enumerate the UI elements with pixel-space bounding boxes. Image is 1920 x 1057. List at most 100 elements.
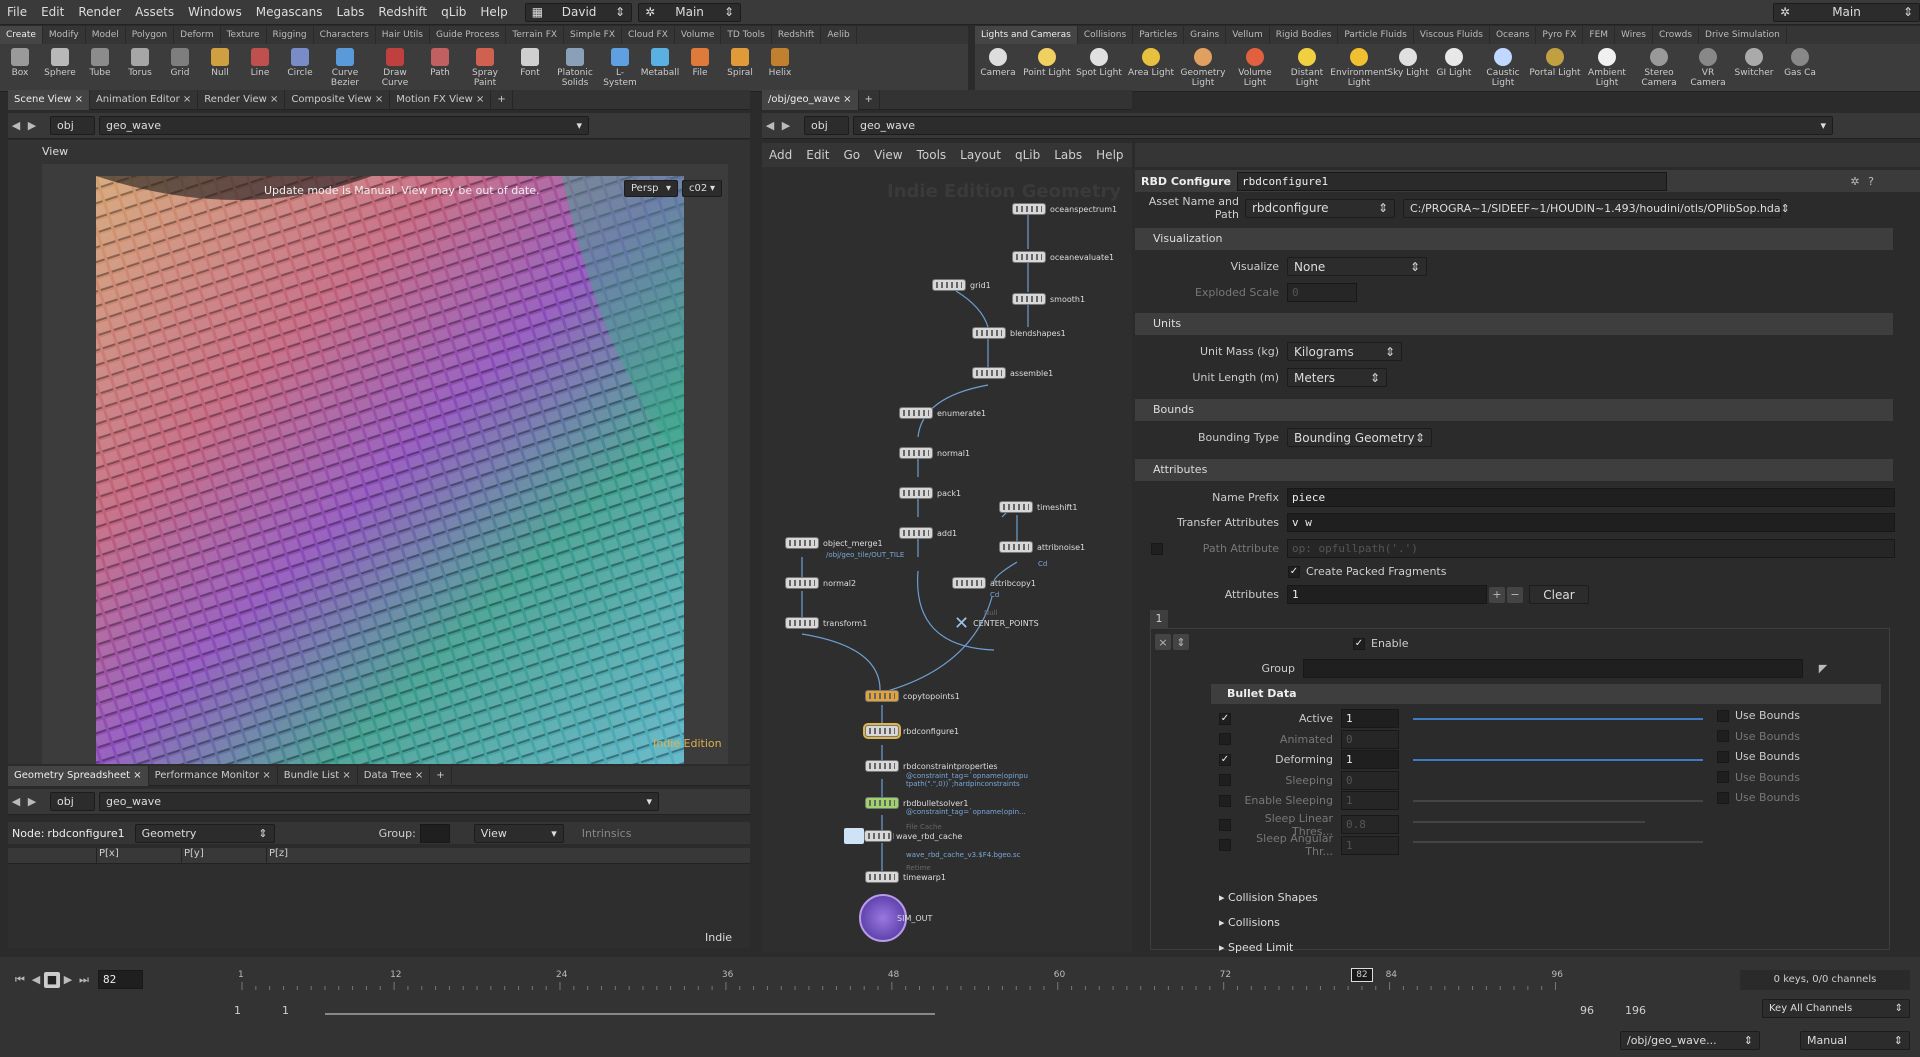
asset-name-dropdown[interactable]: rbdconfigure ⇕ [1245,198,1395,218]
tab-bundle-list[interactable]: Bundle List × [278,765,358,786]
remove-icon[interactable]: − [1507,586,1523,603]
tool-area-light[interactable]: Area Light [1125,44,1177,78]
tab-data-tree[interactable]: Data Tree × [358,765,431,786]
tool-gas-ca[interactable]: Gas Ca [1777,44,1823,78]
bullet-checkbox[interactable] [1219,839,1231,851]
right-context-dropdown[interactable]: ✲ Main ⇕ [1773,2,1920,22]
frame-field[interactable]: 82 [98,970,143,989]
tab-animation-editor[interactable]: Animation Editor × [90,89,199,110]
add-tab-icon[interactable]: + [859,89,880,110]
shelf-tab-vellum[interactable]: Vellum [1226,26,1270,44]
node-object-merge[interactable]: object_merge1 [785,537,883,549]
tool-circle[interactable]: Circle [280,44,320,78]
menu-assets[interactable]: Assets [128,5,181,19]
tool-platonic-solids[interactable]: Platonic Solids [550,44,600,88]
section-collisions[interactable]: ▸ Collisions [1219,916,1280,929]
use-bounds-checkbox[interactable] [1717,730,1729,742]
node-oceanevaluate[interactable]: oceanevaluate1 [1012,251,1114,263]
tool-gi-light[interactable]: GI Light [1431,44,1477,78]
start-frame-field-2[interactable]: 1 [282,1004,322,1017]
exploded-field[interactable]: 0 [1287,283,1357,302]
tool-spot-light[interactable]: Spot Light [1073,44,1125,78]
shelf-tab-rigid-bodies[interactable]: Rigid Bodies [1270,26,1339,44]
shelf-tab-particle-fluids[interactable]: Particle Fluids [1338,26,1414,44]
tool-portal-light[interactable]: Portal Light [1529,44,1581,78]
bullet-checkbox[interactable]: ✓ [1219,753,1231,766]
tool-spray-paint[interactable]: Spray Paint [460,44,510,88]
shelf-tab-volume[interactable]: Volume [675,26,722,44]
net-menu-go[interactable]: Go [836,148,867,162]
net-menu-view[interactable]: View [867,148,909,162]
visualize-dropdown[interactable]: None ⇕ [1287,257,1427,276]
tool-camera[interactable]: Camera [975,44,1021,78]
node-timewarp[interactable]: timewarp1 [865,871,946,883]
shelf-tab-characters[interactable]: Characters [314,26,376,44]
node-smooth[interactable]: smooth1 [1012,293,1085,305]
node-center-points[interactable]: ✕ CENTER_POINTS [954,613,1039,634]
shelf-tab-grains[interactable]: Grains [1184,26,1227,44]
tool-spiral[interactable]: Spiral [720,44,760,78]
multiparm-tab-1[interactable]: 1 [1150,610,1168,628]
path-geo[interactable]: geo_wave ▾ [99,116,589,135]
net-menu-layout[interactable]: Layout [953,148,1008,162]
tool-file[interactable]: File [680,44,720,78]
frame-ruler[interactable]: 1 12 24 36 48 60 72 84 96 82 [238,968,1658,994]
tool-switcher[interactable]: Switcher [1731,44,1777,78]
path-obj[interactable]: obj [50,116,95,135]
section-speed-limit[interactable]: ▸ Speed Limit [1219,941,1293,954]
tool-torus[interactable]: Torus [120,44,160,78]
shelf-tab-wires[interactable]: Wires [1615,26,1653,44]
status-path[interactable]: /obj/geo_wave... ⇕ [1620,1031,1760,1051]
path-obj[interactable]: obj [50,792,95,811]
shelf-tab-model[interactable]: Model [86,26,126,44]
node-add[interactable]: add1 [899,527,957,539]
use-bounds-checkbox[interactable] [1717,709,1729,722]
start-frame-field[interactable]: 1 [234,1004,284,1017]
net-menu-edit[interactable]: Edit [799,148,836,162]
bullet-slider[interactable] [1413,718,1703,720]
tab-motion-fx-view[interactable]: Motion FX View × [390,89,492,110]
menu-redshift[interactable]: Redshift [371,5,434,19]
view-dropdown[interactable]: View ▾ [473,823,564,843]
select-arrow-icon[interactable]: ◤ [1815,661,1831,677]
tool-caustic-light[interactable]: Caustic Light [1477,44,1529,88]
menu-file[interactable]: File [0,5,34,19]
net-menu-add[interactable]: Add [762,148,799,162]
col-pz[interactable]: P[z] [266,848,351,863]
bullet-value-field[interactable]: 1 [1341,835,1399,855]
end-frame-field-2[interactable]: 196 [1625,1004,1646,1017]
clear-button[interactable]: Clear [1529,585,1589,604]
node-copytopoints[interactable]: copytopoints1 [865,690,960,702]
close-icon[interactable]: × [1155,634,1171,650]
stop-icon[interactable]: ■ [44,971,60,988]
shelf-tab-terrain-fx[interactable]: Terrain FX [506,26,565,44]
node-enumerate[interactable]: enumerate1 [899,407,986,419]
shelf-tab-td-tools[interactable]: TD Tools [721,26,772,44]
menu-help[interactable]: Help [473,5,514,19]
shelf-tab-texture[interactable]: Texture [221,26,267,44]
section-attributes[interactable]: Attributes [1135,459,1893,481]
shelf-tab-cloud-fx[interactable]: Cloud FX [622,26,675,44]
path-geo[interactable]: geo_wave ▾ [853,116,1833,135]
node-attribcopy[interactable]: attribcopy1 [952,577,1036,589]
tool-ambient-light[interactable]: Ambient Light [1581,44,1633,88]
forward-arrow-icon[interactable]: ▶ [778,118,794,134]
section-bullet-data[interactable]: Bullet Data [1211,684,1881,704]
menu-windows[interactable]: Windows [181,5,249,19]
pathattr-field[interactable]: op: opfullpath('.') [1287,539,1895,558]
bullet-slider[interactable] [1413,841,1703,843]
current-frame-marker[interactable]: 82 [1350,968,1373,982]
tool-geometry-light[interactable]: Geometry Light [1177,44,1229,88]
bullet-checkbox[interactable] [1219,818,1231,831]
shelf-tab-collisions[interactable]: Collisions [1078,26,1134,44]
shelf-tab-rigging[interactable]: Rigging [267,26,314,44]
node-sim-out[interactable]: SIM_OUT [859,894,932,942]
path-geo[interactable]: geo_wave ▾ [99,792,659,811]
play-icon[interactable]: ▶ [60,972,76,988]
shelf-tab-crowds[interactable]: Crowds [1653,26,1700,44]
bullet-slider[interactable] [1413,820,1645,823]
shelf-tab-create[interactable]: Create [0,26,43,44]
attrs-field[interactable]: 1 [1287,585,1487,604]
col-py[interactable]: P[y] [181,848,266,863]
tool-helix[interactable]: Helix [760,44,800,78]
